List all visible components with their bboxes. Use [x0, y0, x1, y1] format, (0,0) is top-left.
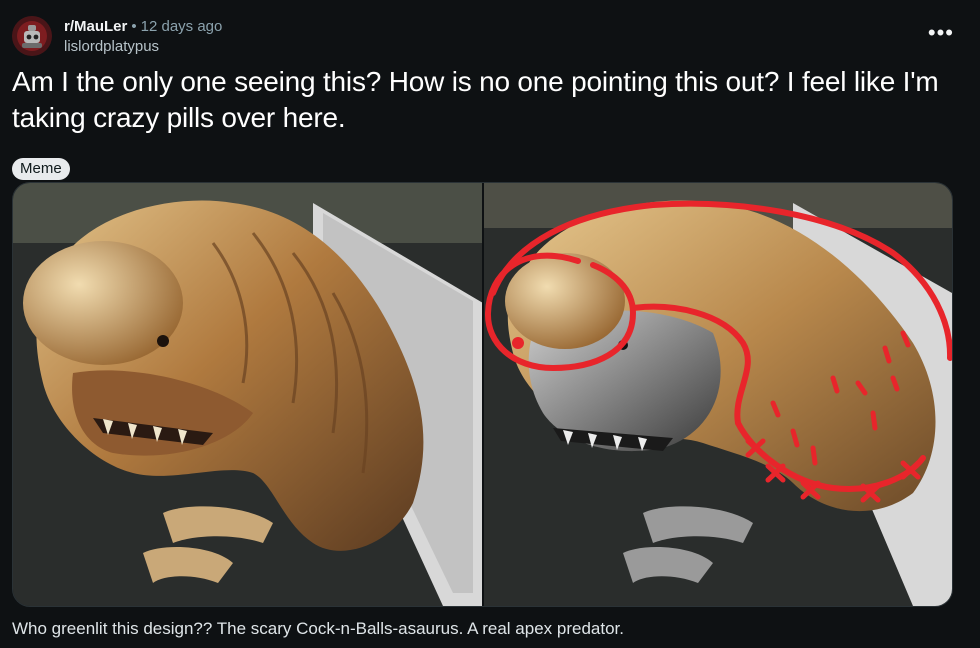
- left-panel: [13, 183, 483, 606]
- image-caption: Who greenlit this design?? The scary Coc…: [12, 619, 624, 638]
- post-meta: r/MauLer • 12 days ago lislordplatypus: [64, 18, 222, 55]
- right-panel: [484, 183, 952, 606]
- separator-dot: •: [131, 18, 137, 35]
- post-age: 12 days ago: [140, 18, 223, 35]
- username-link[interactable]: lislordplatypus: [64, 38, 222, 55]
- post-card: r/MauLer • 12 days ago lislordplatypus •••…: [0, 0, 980, 648]
- post-image[interactable]: [12, 182, 953, 607]
- more-horizontal-icon[interactable]: •••: [928, 22, 954, 44]
- subreddit-avatar[interactable]: [12, 16, 52, 56]
- flair-badge[interactable]: Meme: [12, 158, 70, 180]
- subreddit-link[interactable]: r/MauLer: [64, 18, 127, 35]
- post-title[interactable]: Am I the only one seeing this? How is no…: [12, 64, 962, 136]
